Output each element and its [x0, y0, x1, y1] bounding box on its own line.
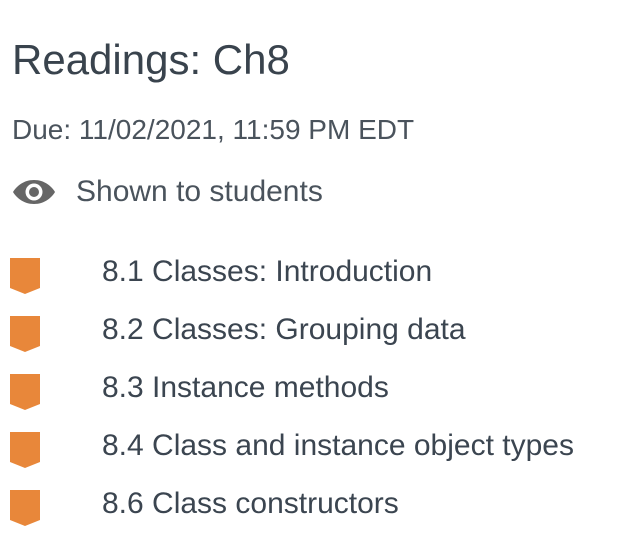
due-date: Due: 11/02/2021, 11:59 PM EDT	[12, 114, 415, 145]
assignment-title: Readings: Ch8	[12, 36, 290, 83]
list-item[interactable]: 8.1 Classes: Introduction	[0, 246, 638, 304]
visibility-status: Shown to students	[12, 172, 323, 212]
bookmark-icon	[10, 374, 40, 410]
visibility-label: Shown to students	[76, 175, 323, 208]
list-item[interactable]: 8.4 Class and instance object types	[0, 420, 638, 478]
list-item-label[interactable]: 8.2 Classes: Grouping data	[102, 310, 466, 350]
list-item[interactable]: 8.3 Instance methods	[0, 362, 638, 420]
list-item-label[interactable]: 8.3 Instance methods	[102, 368, 389, 408]
bookmark-icon	[10, 258, 40, 294]
reading-list: 8.1 Classes: Introduction 8.2 Classes: G…	[0, 246, 638, 536]
bookmark-icon	[10, 490, 40, 526]
list-item[interactable]: 8.2 Classes: Grouping data	[0, 304, 638, 362]
eye-icon	[13, 180, 55, 204]
list-item[interactable]: 8.6 Class constructors	[0, 478, 638, 536]
bookmark-icon	[10, 432, 40, 468]
list-item-label[interactable]: 8.4 Class and instance object types	[102, 426, 574, 466]
bookmark-icon	[10, 316, 40, 352]
list-item-label[interactable]: 8.1 Classes: Introduction	[102, 252, 432, 292]
list-item-label[interactable]: 8.6 Class constructors	[102, 484, 399, 524]
